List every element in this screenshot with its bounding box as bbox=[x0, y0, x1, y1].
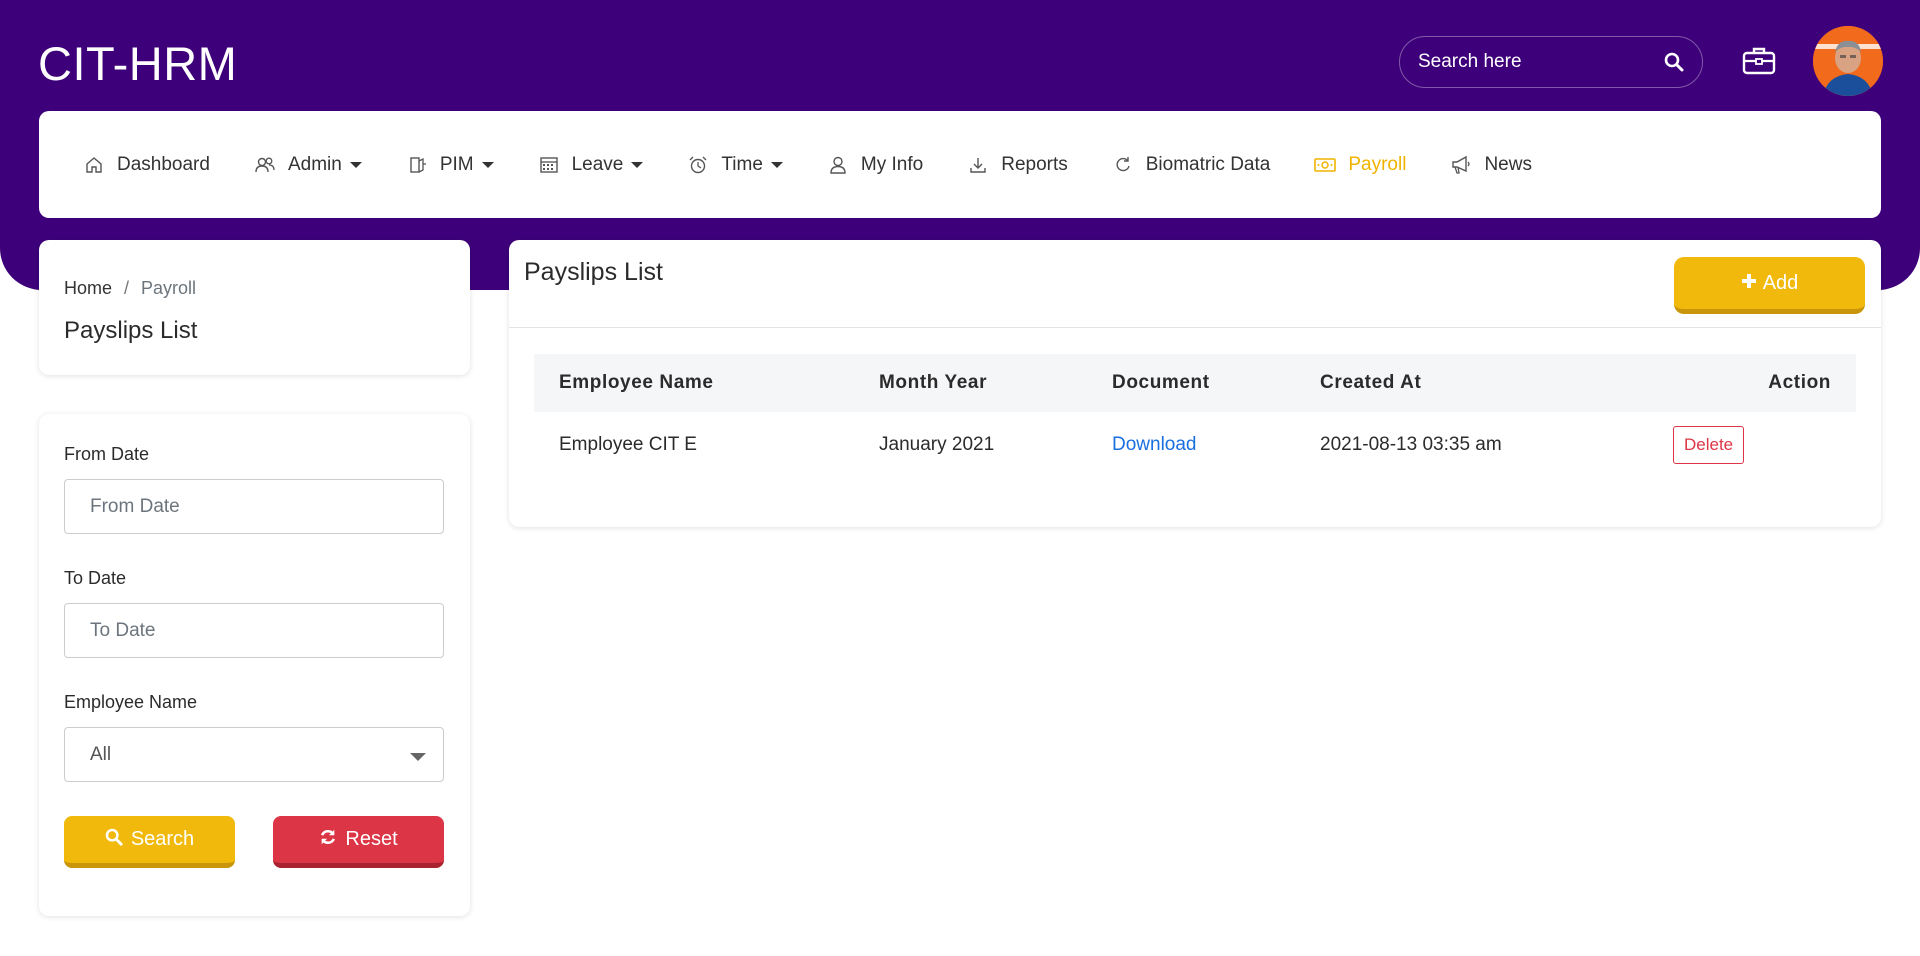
nav-item-reports[interactable]: Reports bbox=[967, 154, 1068, 176]
to-date-field-wrapper bbox=[64, 603, 444, 658]
add-button[interactable]: Add bbox=[1674, 257, 1865, 314]
megaphone-icon bbox=[1450, 154, 1472, 176]
column-header: Action bbox=[1768, 372, 1831, 393]
delete-button[interactable]: Delete bbox=[1673, 426, 1745, 464]
list-title: Payslips List bbox=[524, 258, 663, 286]
chevron-down-icon bbox=[481, 161, 494, 168]
main-nav: Dashboard Admin PIM Leave Time My Info R… bbox=[39, 111, 1881, 218]
column-header: Created At bbox=[1320, 372, 1422, 393]
user-icon bbox=[827, 154, 849, 176]
brand-logo[interactable]: CIT-HRM bbox=[38, 36, 237, 91]
payslips-table: Employee Name Month Year Document Create… bbox=[534, 354, 1856, 478]
created-at-cell: 2021-08-13 03:35 am bbox=[1320, 434, 1502, 455]
from-date-label: From Date bbox=[64, 444, 150, 464]
search-input[interactable] bbox=[1418, 51, 1663, 73]
add-button-label: Add bbox=[1762, 271, 1799, 294]
nav-label: My Info bbox=[860, 153, 924, 175]
page-title: Payslips List bbox=[64, 317, 198, 344]
nav-item-news[interactable]: News bbox=[1450, 154, 1532, 176]
search-icon[interactable] bbox=[1663, 51, 1684, 73]
download-link[interactable]: Download bbox=[1112, 434, 1197, 455]
column-header: Month Year bbox=[879, 372, 988, 393]
breadcrumb-home[interactable]: Home bbox=[64, 278, 112, 299]
column-header: Employee Name bbox=[559, 372, 714, 393]
breadcrumb: Home / Payroll bbox=[64, 278, 445, 299]
breadcrumb-separator: / bbox=[124, 278, 130, 298]
filter-card: From Date To Date Employee Name All Sear… bbox=[39, 414, 470, 916]
table-row: Employee CIT E January 2021 Download 202… bbox=[534, 412, 1856, 478]
nav-label: News bbox=[1484, 153, 1532, 175]
nav-item-time[interactable]: Time bbox=[687, 154, 783, 176]
pim-icon bbox=[406, 154, 428, 176]
plus-icon bbox=[1741, 272, 1757, 295]
employee-name-cell: Employee CIT E bbox=[559, 434, 697, 455]
chevron-down-icon bbox=[631, 161, 644, 168]
nav-label: Reports bbox=[1001, 153, 1068, 175]
to-date-input[interactable] bbox=[90, 619, 418, 642]
table-header-row: Employee Name Month Year Document Create… bbox=[534, 354, 1856, 412]
refresh-icon bbox=[1112, 154, 1134, 176]
column-header: Document bbox=[1112, 372, 1210, 393]
nav-item-biomatric-data[interactable]: Biomatric Data bbox=[1112, 153, 1271, 176]
document-cell: Download bbox=[1087, 412, 1295, 478]
download-icon bbox=[967, 154, 989, 176]
nav-item-pim[interactable]: PIM bbox=[406, 154, 494, 176]
reset-button[interactable]: Reset bbox=[273, 816, 444, 868]
nav-item-payroll[interactable]: Payroll bbox=[1314, 154, 1406, 176]
nav-label: Time bbox=[721, 153, 763, 175]
header-search bbox=[1399, 36, 1703, 88]
nav-item-my-info[interactable]: My Info bbox=[827, 154, 923, 176]
nav-label: Dashboard bbox=[117, 153, 210, 175]
avatar[interactable] bbox=[1813, 26, 1883, 96]
employee-select-value: All bbox=[90, 743, 112, 765]
nav-label: Payroll bbox=[1348, 153, 1407, 175]
search-button[interactable]: Search bbox=[64, 816, 235, 868]
payslips-list-card: Payslips List Add Employee Name Month Ye… bbox=[509, 240, 1881, 527]
from-date-field-wrapper bbox=[64, 479, 444, 534]
from-date-input[interactable] bbox=[90, 495, 418, 518]
filter-actions: Search Reset bbox=[64, 816, 444, 868]
nav-item-leave[interactable]: Leave bbox=[538, 154, 644, 176]
chevron-down-icon bbox=[770, 161, 783, 168]
to-date-label: To Date bbox=[64, 568, 127, 588]
users-icon bbox=[254, 154, 276, 176]
search-icon bbox=[105, 828, 123, 852]
action-cell: Delete bbox=[1648, 412, 1856, 478]
nav-item-admin[interactable]: Admin bbox=[254, 154, 362, 176]
employee-name-select[interactable]: All bbox=[64, 727, 444, 782]
chevron-down-icon bbox=[349, 161, 362, 168]
list-header: Payslips List Add bbox=[509, 240, 1881, 328]
nav-item-dashboard[interactable]: Dashboard bbox=[83, 154, 210, 176]
home-icon bbox=[83, 154, 105, 176]
month-year-cell: January 2021 bbox=[879, 434, 995, 455]
nav-label: PIM bbox=[439, 153, 474, 175]
breadcrumb-card: Home / Payroll Payslips List bbox=[39, 240, 470, 375]
briefcase-icon[interactable] bbox=[1742, 46, 1776, 76]
nav-label: Admin bbox=[287, 153, 342, 175]
refresh-icon bbox=[319, 828, 337, 852]
reset-button-label: Reset bbox=[345, 828, 398, 850]
nav-label: Biomatric Data bbox=[1145, 153, 1271, 175]
money-icon bbox=[1314, 154, 1337, 176]
search-button-label: Search bbox=[130, 828, 195, 850]
employee-name-label: Employee Name bbox=[64, 692, 198, 712]
calendar-icon bbox=[538, 154, 560, 176]
chevron-down-icon bbox=[410, 753, 426, 761]
alarm-clock-icon bbox=[687, 154, 709, 176]
nav-label: Leave bbox=[571, 153, 624, 175]
breadcrumb-current: Payroll bbox=[141, 278, 197, 298]
